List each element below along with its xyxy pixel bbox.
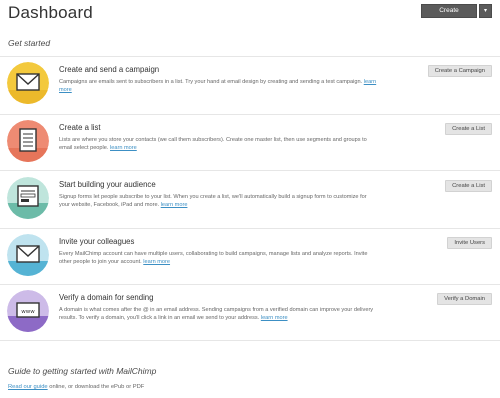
learn-more-link[interactable]: learn more — [110, 145, 137, 151]
step-description: Campaigns are emails sent to subscribers… — [59, 79, 377, 94]
create-list-button[interactable]: Create a List — [445, 123, 492, 135]
create-campaign-button[interactable]: Create Campaign — [421, 4, 477, 26]
invite-envelope-icon — [7, 234, 49, 276]
step-verify-domain: www Verify a domain for sending A domain… — [0, 286, 500, 342]
verify-domain-button[interactable]: Verify a Domain — [437, 293, 492, 305]
learn-more-link[interactable]: learn more — [143, 259, 170, 265]
read-guide-link[interactable]: Read our guide — [8, 384, 48, 390]
list-icon — [7, 120, 49, 162]
envelope-icon — [7, 62, 49, 104]
divider — [0, 170, 500, 171]
create-campaign-button-group: Create Campaign ▾ — [421, 4, 492, 26]
step-description: Signup forms let people subscribe to you… — [59, 194, 367, 209]
divider — [0, 228, 500, 229]
page-title: Dashboard — [8, 3, 93, 22]
signup-form-icon — [7, 177, 49, 219]
header: Dashboard Create Campaign ▾ — [0, 0, 500, 28]
learn-more-link[interactable]: learn more — [161, 202, 188, 208]
section-title: Get started — [8, 38, 51, 48]
step-description: A domain is what comes after the @ in an… — [59, 307, 374, 322]
step-build-audience: Start building your audience Signup form… — [0, 173, 500, 229]
divider — [0, 114, 500, 115]
step-create-list: Create a list Lists are where you store … — [0, 116, 500, 172]
chevron-down-icon[interactable]: ▾ — [479, 4, 492, 18]
step-invite-colleagues: Invite your colleagues Every MailChimp a… — [0, 230, 500, 286]
step-title: Start building your audience — [59, 180, 156, 189]
guide-title: Guide to getting started with MailChimp — [8, 366, 157, 376]
step-description: Lists are where you store your contacts … — [59, 137, 367, 152]
www-domain-icon: www — [7, 290, 49, 332]
guide-text: Read our guide online, or download the e… — [8, 384, 145, 390]
create-campaign-step-button[interactable]: Create a Campaign — [427, 65, 492, 77]
divider — [0, 340, 500, 341]
divider — [0, 56, 500, 57]
create-list-audience-button[interactable]: Create a List — [445, 180, 492, 192]
step-description: Every MailChimp account can have multipl… — [59, 251, 368, 266]
svg-text:www: www — [21, 309, 35, 315]
step-title: Create and send a campaign — [59, 65, 160, 74]
step-create-campaign: Create and send a campaign Campaigns are… — [0, 58, 500, 114]
step-title: Create a list — [59, 123, 101, 132]
step-title: Invite your colleagues — [59, 237, 135, 246]
step-title: Verify a domain for sending — [59, 293, 154, 302]
divider — [0, 284, 500, 285]
learn-more-link[interactable]: learn more — [261, 315, 288, 321]
invite-users-button[interactable]: Invite Users — [447, 237, 492, 249]
